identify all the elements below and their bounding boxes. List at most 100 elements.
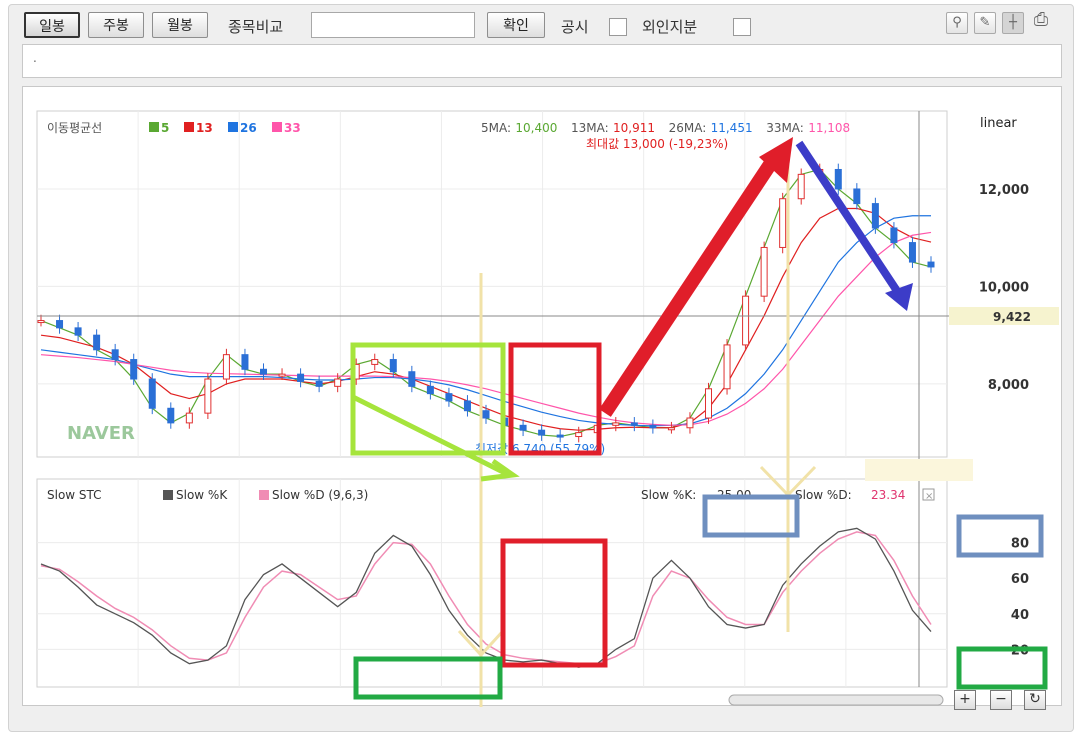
candle-body: [204, 378, 212, 414]
scale-label[interactable]: linear: [980, 116, 1017, 131]
candle-body: [871, 203, 879, 229]
stoch-y-tick: 60: [1011, 572, 1029, 587]
ma-legend-swatch: [272, 122, 282, 132]
draw-tool-icon[interactable]: ✎: [974, 12, 996, 34]
crosshair-icon[interactable]: ┼: [1002, 12, 1024, 34]
annotation-highlight: [865, 459, 973, 481]
stoch-y-tick: 80: [1011, 537, 1029, 552]
pin-icon[interactable]: ⚲: [946, 12, 968, 34]
ma-readout-value: 10,911: [613, 121, 655, 135]
price-y-tick: 12,000: [979, 183, 1029, 198]
zoom-out-button[interactable]: −: [990, 690, 1012, 710]
candle-body: [371, 359, 379, 365]
candle-body: [463, 400, 471, 412]
candle-body: [37, 320, 45, 324]
foreign-ownership-label: 외인지분: [642, 18, 698, 36]
ma-readout-label: 5MA:: [481, 121, 511, 135]
candle-body: [834, 168, 842, 190]
candle-body: [556, 434, 564, 438]
candle-body: [667, 427, 675, 431]
zoom-in-button[interactable]: +: [954, 690, 976, 710]
candle-body: [241, 354, 249, 370]
ma-readout-value: 11,451: [711, 121, 753, 135]
candle-body: [890, 227, 898, 244]
candle-body: [56, 320, 64, 329]
compare-input[interactable]: [311, 12, 475, 38]
ma-legend-swatch: [149, 122, 159, 132]
candle-body: [167, 407, 175, 424]
compare-label: 종목비교: [228, 18, 284, 36]
price-y-tick: 10,000: [979, 280, 1029, 295]
ma-readout-label: 26MA:: [669, 121, 707, 135]
candle-body: [760, 246, 768, 297]
ma-legend-swatch: [228, 122, 238, 132]
annotation-green-box-20: [956, 646, 1048, 690]
ma-legend-label: 33: [284, 121, 301, 135]
ma-readout-value: 11,108: [808, 121, 850, 135]
candle-body: [130, 359, 138, 380]
candle-body: [445, 393, 453, 402]
candle-body: [111, 349, 119, 361]
d-readout-value: 23.34: [871, 488, 905, 502]
ma-legend-label: 5: [161, 121, 169, 135]
chart-area: 이동평균선 5 13 26 33 5MA: 10,400 13MA: 10,911 26MA:…: [22, 86, 1062, 707]
candle-body: [612, 422, 620, 426]
k-readout-label: Slow %K:: [641, 488, 696, 502]
candle-body: [408, 371, 416, 387]
foreign-ownership-checkbox[interactable]: [733, 18, 751, 36]
ma-legend-swatch: [184, 122, 194, 132]
ma-readout-label: 13MA:: [571, 121, 609, 135]
confirm-button[interactable]: 확인: [487, 12, 545, 38]
candle-body: [334, 378, 342, 387]
candle-body: [315, 380, 323, 387]
horizontal-scrollbar[interactable]: [728, 694, 944, 706]
k-legend: Slow %K: [176, 488, 228, 502]
candle-body: [297, 373, 305, 382]
candle-body: [853, 188, 861, 205]
ma-legend-label: 13: [196, 121, 213, 135]
candle-body: [185, 412, 193, 424]
price-y-tick: 8,000: [988, 378, 1029, 393]
disclosure-checkbox[interactable]: [609, 18, 627, 36]
candle-body: [686, 417, 694, 429]
candle-body: [260, 368, 267, 375]
chart-svg: 이동평균선 5 13 26 33 5MA: 10,400 13MA: 10,911 26MA:…: [36, 110, 1059, 707]
candle-body: [93, 334, 101, 351]
max-price-label: 최대값 13,000 (-19,23%): [586, 137, 728, 151]
ma-legend-label: 26: [240, 121, 257, 135]
candle-body: [705, 388, 712, 419]
candle-body: [649, 424, 657, 429]
info-bar: .: [22, 44, 1062, 78]
candle-body: [148, 378, 156, 409]
price-y-axis: 12,000 10,000 8,000: [979, 183, 1029, 393]
d-legend: Slow %D (9,6,3): [272, 488, 368, 502]
monthly-button[interactable]: 월봉: [152, 12, 208, 38]
naver-watermark: NAVER: [67, 423, 135, 444]
daily-button[interactable]: 일봉: [24, 12, 80, 38]
info-bar-text: .: [33, 51, 37, 65]
print-icon[interactable]: ⎙: [1030, 10, 1052, 32]
stoch-y-tick: 40: [1011, 608, 1029, 623]
refresh-button[interactable]: ↻: [1024, 690, 1046, 710]
candle-body: [927, 261, 935, 268]
candle-body: [74, 327, 82, 336]
d-legend-swatch: [259, 490, 269, 500]
stoch-title: Slow STC: [47, 488, 102, 502]
candle-body: [723, 344, 731, 390]
candle-body: [630, 422, 638, 426]
k-legend-swatch: [163, 490, 173, 500]
candle-body: [779, 198, 787, 248]
candle-body: [797, 173, 805, 200]
candle-body: [908, 242, 916, 263]
candle-body: [222, 354, 230, 380]
ma-title: 이동평균선: [47, 121, 102, 135]
candle-body: [278, 373, 286, 377]
disclosure-label: 공시: [561, 18, 589, 36]
candle-body: [575, 432, 583, 438]
stoch-close-glyph: ×: [925, 491, 933, 502]
weekly-button[interactable]: 주봉: [88, 12, 144, 38]
candle-body: [742, 295, 750, 346]
candle-body: [426, 385, 434, 395]
ma-readout-label: 33MA:: [766, 121, 804, 135]
candle-body: [538, 429, 546, 436]
